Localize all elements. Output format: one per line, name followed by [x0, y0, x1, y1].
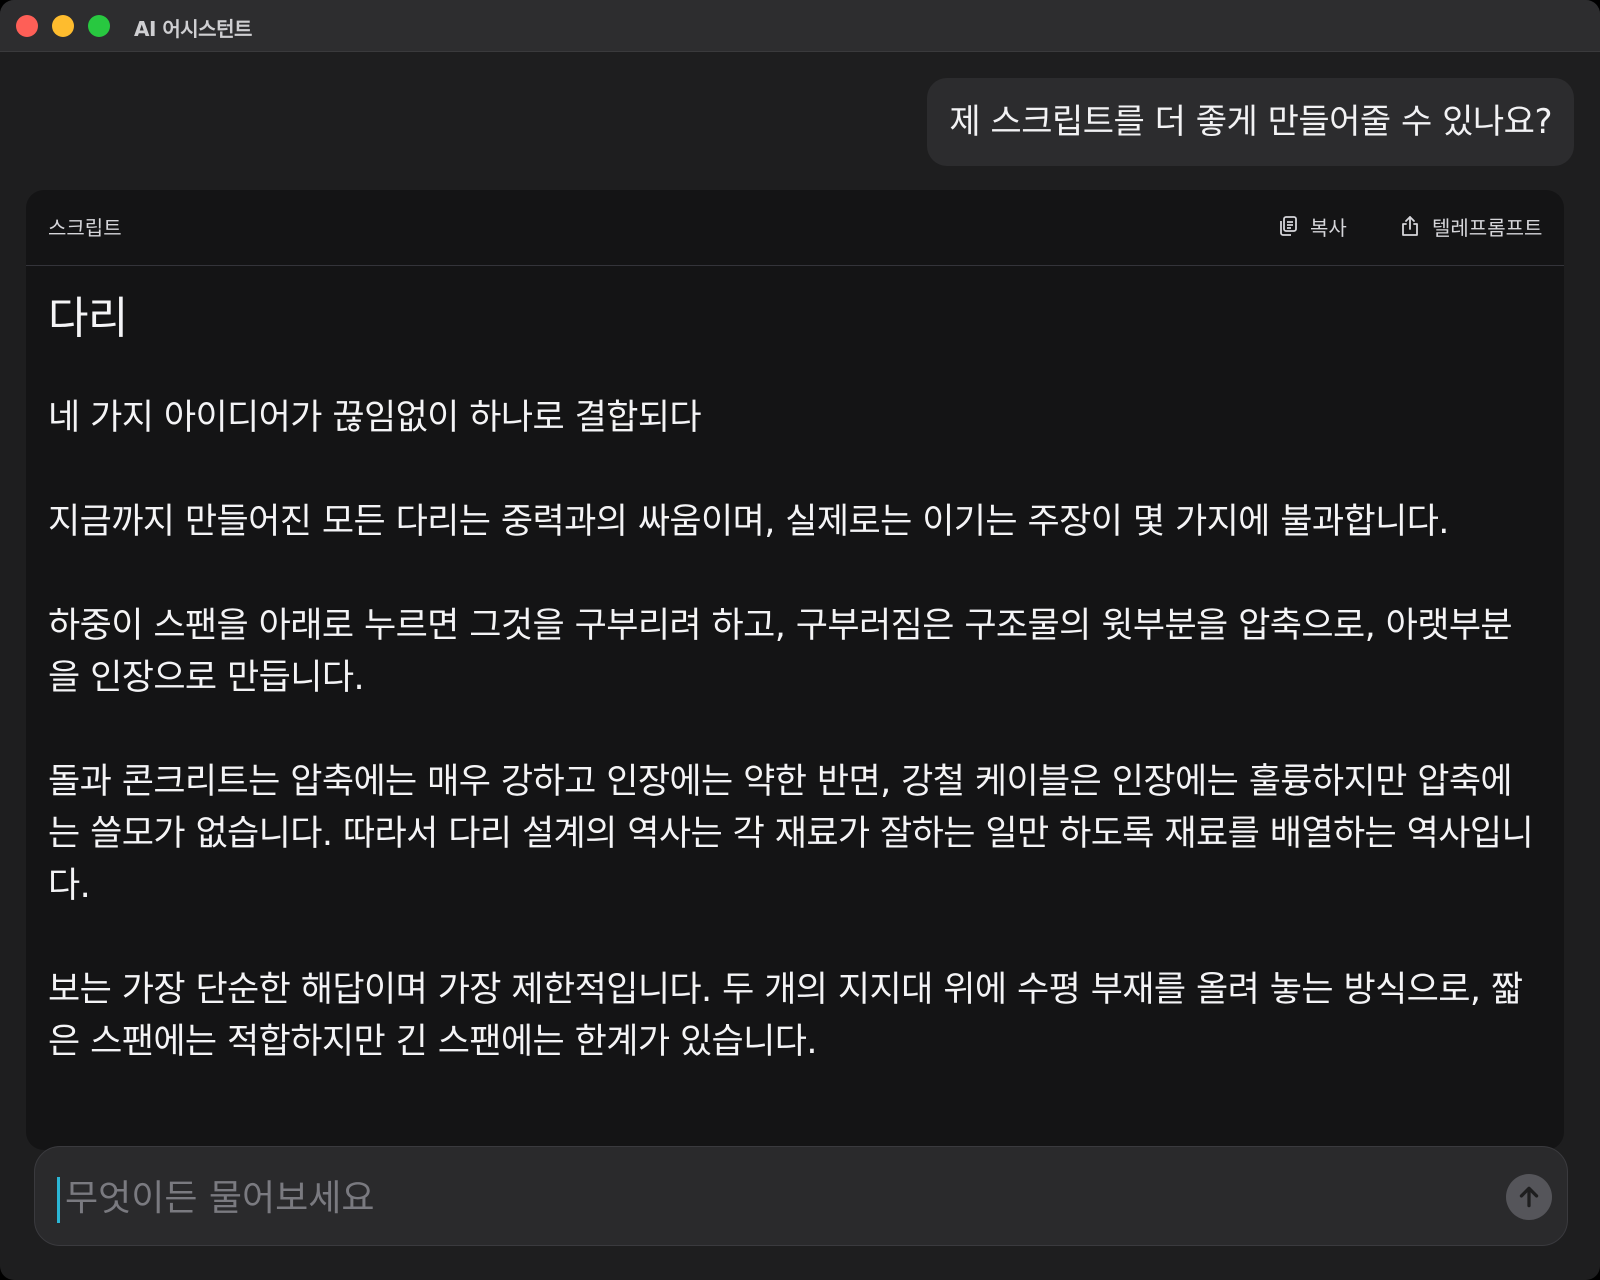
script-paragraph: 하중이 스팬을 아래로 누르면 그것을 구부리려 하고, 구부러짐은 구조물의 …	[48, 606, 1513, 698]
script-content: 다리 네 가지 아이디어가 끊임없이 하나로 결합되다 지금까지 만들어진 모든…	[48, 290, 1538, 1120]
script-title: 다리	[48, 293, 128, 344]
copy-button-label: 복사	[1310, 215, 1347, 240]
window-title: AI 어시스턴트	[134, 17, 252, 41]
script-paragraph: 네 가지 아이디어가 끊임없이 하나로 결합되다	[48, 398, 702, 438]
title-bar: AI 어시스턴트	[0, 0, 1600, 52]
share-icon	[1402, 216, 1418, 236]
copy-icon	[1280, 216, 1297, 236]
script-card: 스크립트 복사 텔레프롬프트 다리 네 가지 아이디어가 끊임없이 하나로 결합…	[26, 190, 1564, 1150]
script-paragraph: 돌과 콘크리트는 압축에는 매우 강하고 인장에는 약한 반면, 강철 케이블은…	[48, 762, 1534, 906]
script-paragraph: 지금까지 만들어진 모든 다리는 중력과의 싸움이며, 실제로는 이기는 주장이…	[48, 502, 1449, 542]
user-message-bubble: 제 스크립트를 더 좋게 만들어줄 수 있나요?	[927, 78, 1574, 166]
minimize-window-button[interactable]	[52, 15, 74, 37]
maximize-window-button[interactable]	[88, 15, 110, 37]
teleprompter-button-label: 텔레프롬프트	[1432, 215, 1543, 240]
script-paragraph: 보는 가장 단순한 해답이며 가장 제한적입니다. 두 개의 지지대 위에 수평…	[48, 970, 1523, 1062]
close-window-button[interactable]	[16, 15, 38, 37]
app-window: AI 어시스턴트 제 스크립트를 더 좋게 만들어줄 수 있나요? 스크립트 복…	[0, 0, 1600, 1280]
message-input[interactable]	[65, 1167, 1465, 1229]
script-card-label: 스크립트	[48, 216, 122, 240]
send-button[interactable]	[1506, 1174, 1552, 1220]
message-composer	[34, 1146, 1568, 1246]
arrow-up-icon	[1519, 1186, 1539, 1208]
text-caret	[57, 1177, 60, 1223]
script-card-header: 스크립트 복사 텔레프롬프트	[26, 190, 1564, 266]
teleprompter-button[interactable]: 텔레프롬프트	[1398, 208, 1542, 244]
copy-button[interactable]: 복사	[1276, 208, 1347, 244]
